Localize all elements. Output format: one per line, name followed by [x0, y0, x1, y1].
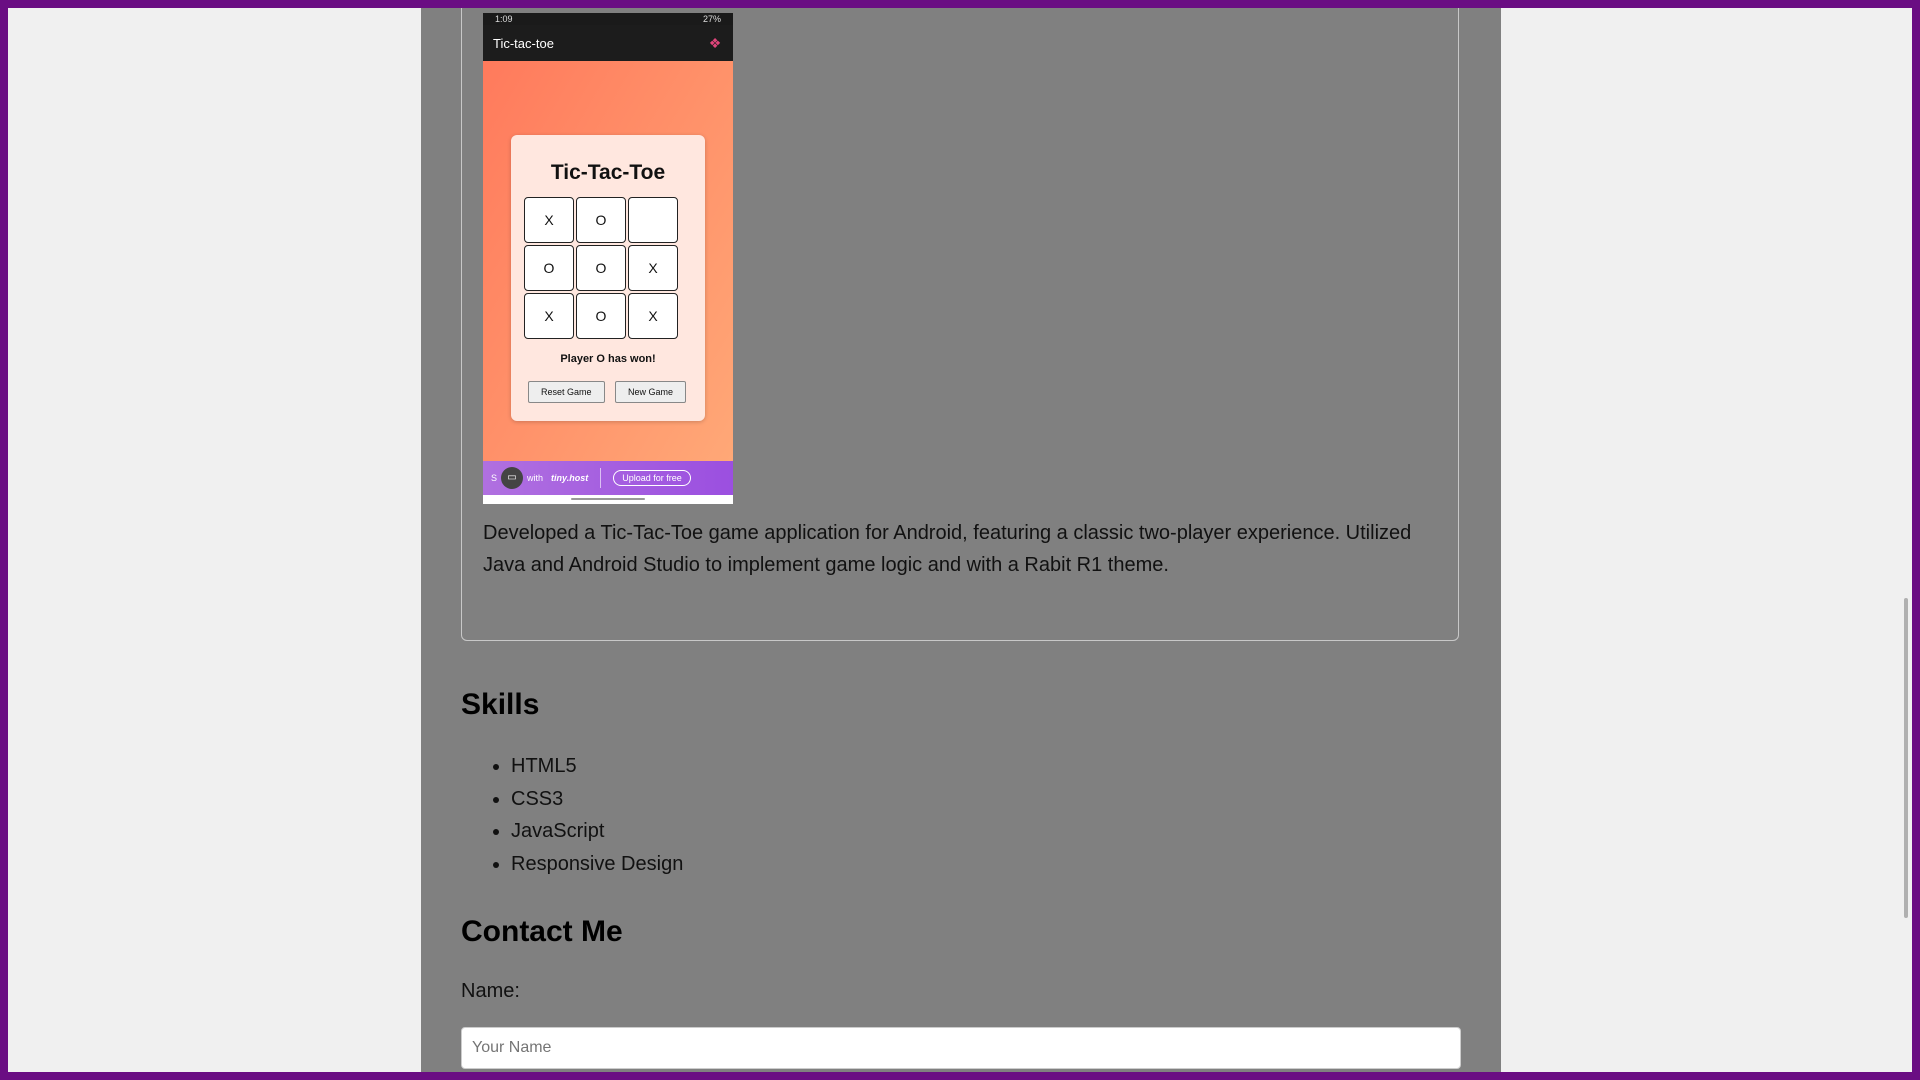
skill-item: CSS3 — [511, 783, 683, 816]
project-description: Developed a Tic-Tac-Toe game application… — [483, 522, 1412, 576]
upload-button: Upload for free — [613, 470, 691, 486]
board-cell — [628, 197, 678, 243]
board-cell: X — [524, 293, 574, 339]
game-panel: Tic-Tac-Toe X O O O X X O X Player O has… — [511, 135, 705, 421]
home-indicator — [483, 495, 733, 504]
status-battery: 27% — [702, 14, 721, 24]
app-title-bar: Tic-tac-toe ❖ — [483, 25, 733, 61]
board-cell: X — [524, 197, 574, 243]
browser-viewport: 1:09 27% Tic-tac-toe ❖ Tic-Tac-Toe X O O — [8, 8, 1912, 1072]
skill-item: HTML5 — [511, 750, 683, 783]
status-time: 1:09 — [495, 14, 513, 24]
project-screenshot: 1:09 27% Tic-tac-toe ❖ Tic-Tac-Toe X O O — [483, 13, 733, 504]
board-cell: X — [628, 245, 678, 291]
board-cell: O — [576, 245, 626, 291]
banner-prefix: S — [491, 473, 498, 483]
contact-heading: Contact Me — [461, 915, 623, 948]
camera-icon: ▭ — [501, 467, 524, 489]
portfolio-page: 1:09 27% Tic-tac-toe ❖ Tic-Tac-Toe X O O — [421, 8, 1501, 1072]
phone-status-bar: 1:09 27% — [483, 13, 733, 25]
reset-game-button: Reset Game — [528, 381, 605, 403]
skills-list: HTML5 CSS3 JavaScript Responsive Design — [461, 750, 683, 880]
skills-heading: Skills — [461, 688, 540, 721]
new-game-button: New Game — [615, 381, 687, 403]
board-cell: O — [576, 197, 626, 243]
name-input[interactable] — [461, 1027, 1461, 1069]
game-status: Player O has won! — [560, 353, 656, 365]
name-label: Name: — [461, 980, 520, 1002]
skill-item: Responsive Design — [511, 848, 683, 881]
project-card: 1:09 27% Tic-tac-toe ❖ Tic-Tac-Toe X O O — [461, 8, 1459, 641]
banner-divider — [600, 468, 602, 488]
board-cell: O — [524, 245, 574, 291]
tinyhost-banner: S ▭ with tiny.host Upload for free — [483, 461, 733, 495]
cube-icon: ❖ — [708, 35, 722, 51]
skill-item: JavaScript — [511, 815, 683, 848]
tinyhost-logo: tiny.host — [551, 473, 589, 483]
app-title: Tic-tac-toe — [493, 35, 554, 51]
page-scrollbar[interactable] — [1904, 598, 1908, 918]
board-cell: X — [628, 293, 678, 339]
app-body: Tic-Tac-Toe X O O O X X O X Player O has… — [483, 61, 733, 461]
game-board: X O O O X X O X — [524, 197, 678, 339]
board-cell: O — [576, 293, 626, 339]
banner-with: with — [527, 473, 544, 483]
game-title: Tic-Tac-Toe — [550, 161, 666, 184]
